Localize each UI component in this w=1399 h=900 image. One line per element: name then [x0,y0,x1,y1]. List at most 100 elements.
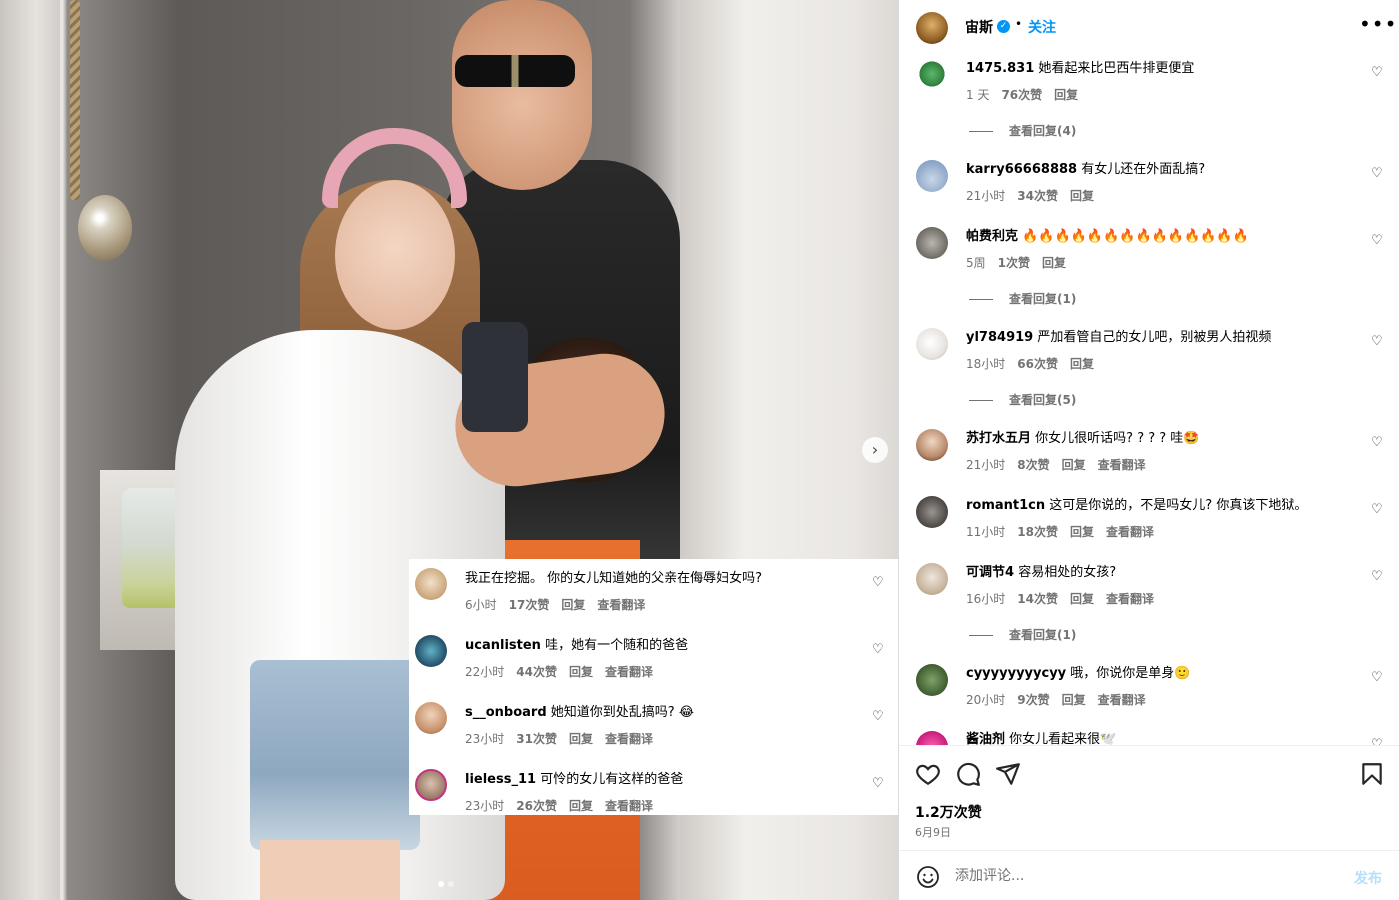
like-comment-icon[interactable]: ♡ [1371,233,1383,248]
comment-icon[interactable] [955,761,981,787]
reply-button[interactable]: 回复 [1062,458,1086,472]
like-comment-icon[interactable]: ♡ [1371,737,1383,745]
like-comment-icon[interactable]: ♡ [872,709,884,724]
like-comment-icon[interactable]: ♡ [1371,334,1383,349]
translate-button[interactable]: 查看翻译 [1106,525,1154,539]
translate-button[interactable]: 查看翻译 [597,598,645,612]
comment-likes[interactable]: 26次赞 [516,799,557,813]
carousel-dot-active[interactable] [438,881,444,887]
avatar[interactable] [415,568,447,600]
reply-button[interactable]: 回复 [1062,693,1086,707]
comment-username[interactable]: 苏打水五月 [966,431,1031,446]
author-username[interactable]: 宙斯 [965,17,993,37]
reply-button[interactable]: 回复 [569,732,593,746]
comment-time[interactable]: 21小时 [966,458,1005,472]
avatar[interactable] [916,227,948,259]
translate-button[interactable]: 查看翻译 [1098,458,1146,472]
comment-username[interactable]: 酱油剂 [966,732,1005,745]
comment-input[interactable] [955,863,1335,889]
comment-time[interactable]: 21小时 [966,189,1005,203]
comment-time[interactable]: 16小时 [966,592,1005,606]
view-replies-button[interactable]: 查看回复(4) [969,122,1076,139]
comment-username[interactable]: 帕费利克 [966,229,1018,244]
comment-username[interactable]: s__onboard [465,705,547,720]
bookmark-icon[interactable] [1359,761,1385,787]
comment-time[interactable]: 20小时 [966,693,1005,707]
comment-time[interactable]: 18小时 [966,357,1005,371]
comment-time[interactable]: 23小时 [465,732,504,746]
comment-time[interactable]: 5周 [966,256,986,270]
avatar[interactable] [415,635,447,667]
comment-username[interactable]: romant1cn [966,498,1045,513]
reply-button[interactable]: 回复 [1070,525,1094,539]
avatar[interactable] [916,496,948,528]
avatar[interactable] [916,731,948,745]
reply-button[interactable]: 回复 [561,598,585,612]
avatar[interactable] [916,328,948,360]
comment-likes[interactable]: 1次赞 [998,256,1030,270]
comment-username[interactable]: lieless_11 [465,772,536,787]
carousel-dot[interactable] [448,881,454,887]
comment-time[interactable]: 11小时 [966,525,1005,539]
avatar[interactable] [415,702,447,734]
translate-button[interactable]: 查看翻译 [605,799,653,813]
comment-time[interactable]: 22小时 [465,665,504,679]
post-comment-button[interactable]: 发布 [1354,868,1382,888]
comment-likes[interactable]: 8次赞 [1017,458,1049,472]
translate-button[interactable]: 查看翻译 [1098,693,1146,707]
comment-likes[interactable]: 44次赞 [516,665,557,679]
like-comment-icon[interactable]: ♡ [872,575,884,590]
post-date[interactable]: 6月9日 [915,824,951,840]
reply-button[interactable]: 回复 [1070,357,1094,371]
comment-username[interactable]: yl784919 [966,330,1033,345]
comment-username[interactable]: ucanlisten [465,638,541,653]
comment-likes[interactable]: 66次赞 [1017,357,1058,371]
comment-likes[interactable]: 31次赞 [516,732,557,746]
likes-count[interactable]: 1.2万次赞 [915,802,982,822]
avatar[interactable] [916,563,948,595]
emoji-icon[interactable] [916,865,940,889]
view-replies-button[interactable]: 查看回复(1) [969,290,1076,307]
comment-username[interactable]: 可调节4 [966,565,1014,580]
reply-button[interactable]: 回复 [1054,88,1078,102]
comment-time[interactable]: 6小时 [465,598,497,612]
like-comment-icon[interactable]: ♡ [1371,502,1383,517]
avatar[interactable] [916,664,948,696]
comment-username[interactable]: karry66668888 [966,162,1077,177]
like-comment-icon[interactable]: ♡ [1371,569,1383,584]
follow-button[interactable]: 关注 [1028,17,1056,37]
comment-likes[interactable]: 18次赞 [1017,525,1058,539]
view-replies-button[interactable]: 查看回复(1) [969,626,1076,643]
comment-username[interactable]: 1475.831 [966,61,1034,76]
like-comment-icon[interactable]: ♡ [872,642,884,657]
like-comment-icon[interactable]: ♡ [1371,65,1383,80]
comment-likes[interactable]: 14次赞 [1017,592,1058,606]
comment-time[interactable]: 1 天 [966,88,989,102]
avatar[interactable] [415,769,447,801]
reply-button[interactable]: 回复 [569,665,593,679]
reply-button[interactable]: 回复 [1070,592,1094,606]
comment-list[interactable]: 1475.831 她看起来比巴西牛排更便宜 1 天 76次赞 回复 ♡ 查看回复(4… [899,56,1399,745]
like-comment-icon[interactable]: ♡ [1371,166,1383,181]
reply-button[interactable]: 回复 [1070,189,1094,203]
translate-button[interactable]: 查看翻译 [1106,592,1154,606]
view-replies-button[interactable]: 查看回复(5) [969,391,1076,408]
like-comment-icon[interactable]: ♡ [872,776,884,791]
avatar[interactable] [916,429,948,461]
comment-likes[interactable]: 34次赞 [1017,189,1058,203]
comment-likes[interactable]: 9次赞 [1017,693,1049,707]
send-icon[interactable] [995,761,1021,787]
translate-button[interactable]: 查看翻译 [605,665,653,679]
like-comment-icon[interactable]: ♡ [1371,670,1383,685]
avatar[interactable] [916,160,948,192]
comment-time[interactable]: 23小时 [465,799,504,813]
carousel-next-button[interactable]: › [862,437,888,463]
author-avatar[interactable] [916,12,948,44]
heart-icon[interactable] [915,761,941,787]
comment-likes[interactable]: 76次赞 [1001,88,1042,102]
reply-button[interactable]: 回复 [1042,256,1066,270]
like-comment-icon[interactable]: ♡ [1371,435,1383,450]
comment-likes[interactable]: 17次赞 [509,598,550,612]
translate-button[interactable]: 查看翻译 [605,732,653,746]
more-options-icon[interactable]: ••• [1359,12,1397,36]
